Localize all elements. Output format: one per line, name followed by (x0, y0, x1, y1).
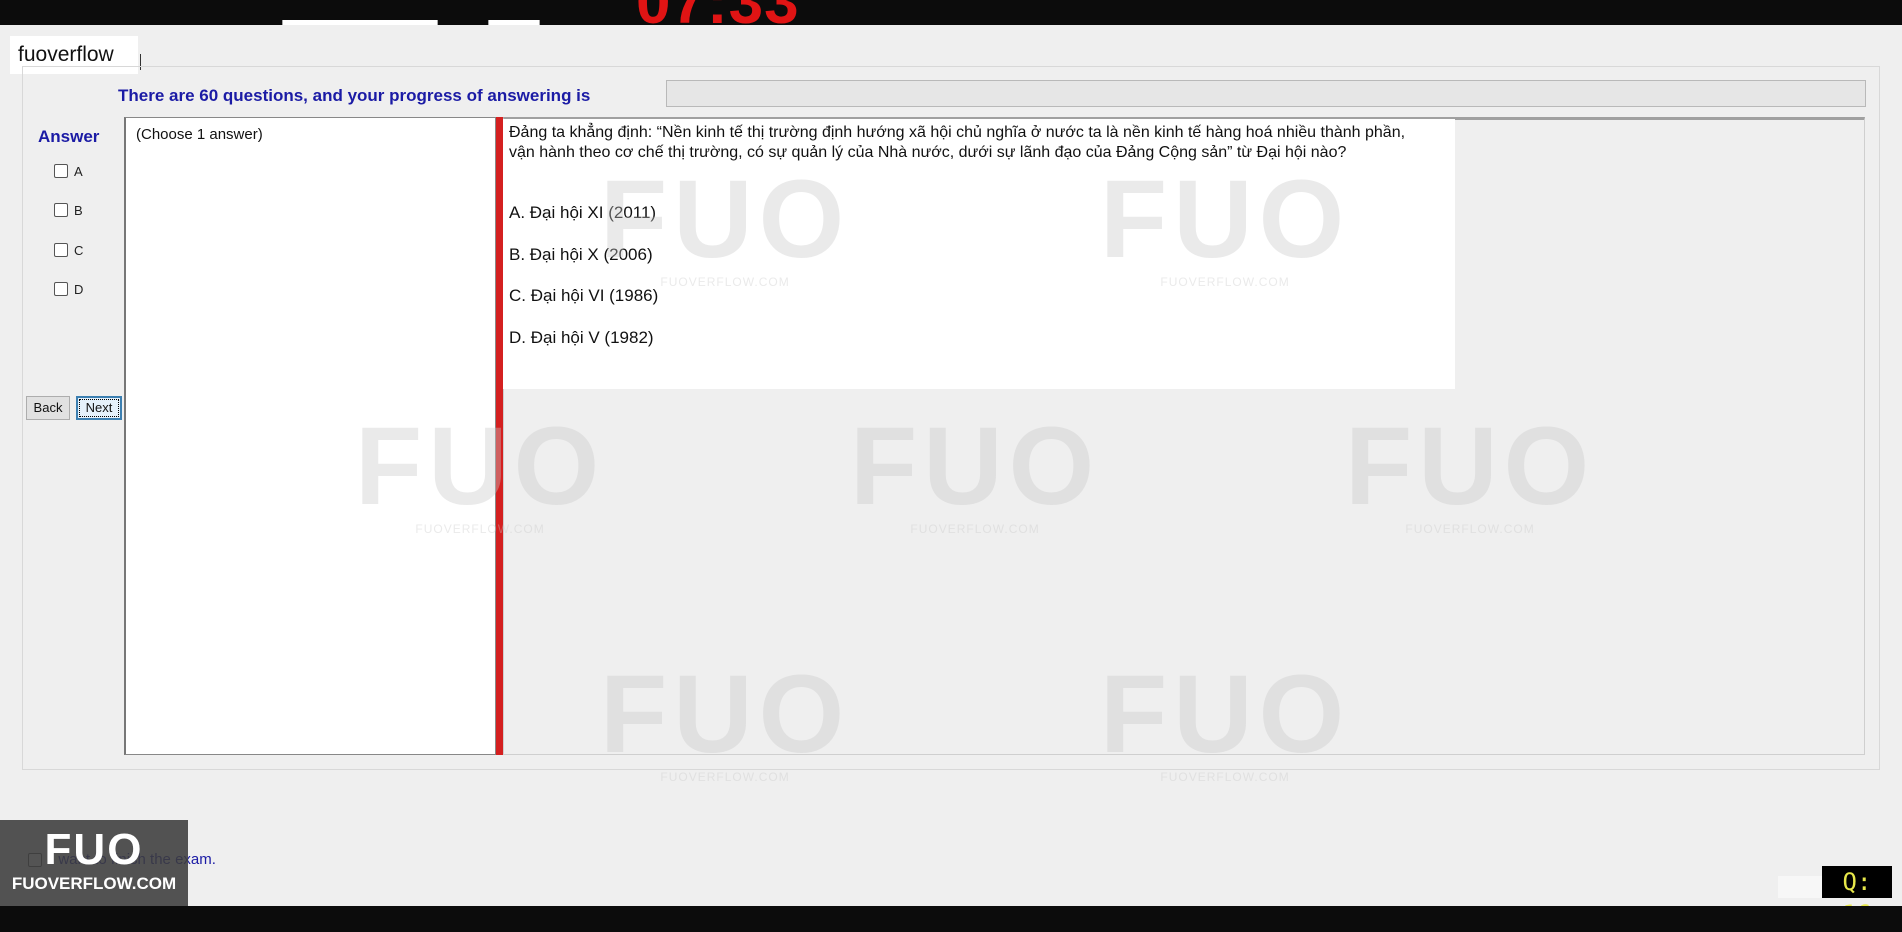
progress-bar (666, 80, 1866, 107)
logo-text: FUO (44, 825, 144, 874)
top-black-bar: 07:33 (0, 0, 1902, 25)
choose-hint: (Choose 1 answer) (136, 126, 263, 143)
checkbox-d[interactable] (54, 282, 68, 296)
back-button[interactable]: Back (26, 396, 70, 420)
question-box: Đảng ta khẳng định: “Nền kinh tế thị trư… (503, 119, 1455, 389)
option-c-label: C (74, 242, 84, 258)
option-a[interactable]: A (54, 162, 83, 180)
question-counter: Q: 16 (1822, 866, 1892, 928)
question-text: Đảng ta khẳng định: “Nền kinh tế thị trư… (509, 124, 1406, 161)
question-choice-b: B. Đại hội X (2006) (509, 245, 653, 264)
option-a-label: A (74, 163, 83, 179)
checkbox-a[interactable] (54, 164, 68, 178)
question-choice-d: D. Đại hội V (1982) (509, 328, 654, 347)
option-d[interactable]: D (54, 280, 83, 298)
logo-url: FUOVERFLOW.COM (11, 874, 177, 893)
progress-label: There are 60 questions, and your progres… (118, 86, 591, 105)
counter-backdrop (1778, 876, 1822, 898)
answer-title: Answer (38, 127, 100, 146)
checkbox-c[interactable] (54, 243, 68, 257)
next-button[interactable]: Next (76, 396, 122, 420)
checkbox-b[interactable] (54, 203, 68, 217)
question-choice-a: A. Đại hội XI (2011) (509, 203, 657, 222)
option-d-label: D (74, 281, 84, 297)
font-size-combo[interactable] (488, 20, 540, 25)
bottom-black-bar (0, 906, 1902, 932)
option-b-label: B (74, 202, 83, 218)
countdown-timer: 07:33 (636, 0, 800, 25)
option-b[interactable]: B (54, 201, 83, 219)
fuo-logo-badge: FUO FUOVERFLOW.COM (0, 820, 188, 906)
choose-panel: (Choose 1 answer) (124, 117, 496, 755)
option-c[interactable]: C (54, 241, 83, 259)
question-choice-c: C. Đại hội VI (1986) (509, 286, 659, 305)
exam-code-combo[interactable] (282, 20, 438, 25)
panel-divider[interactable] (496, 117, 503, 755)
